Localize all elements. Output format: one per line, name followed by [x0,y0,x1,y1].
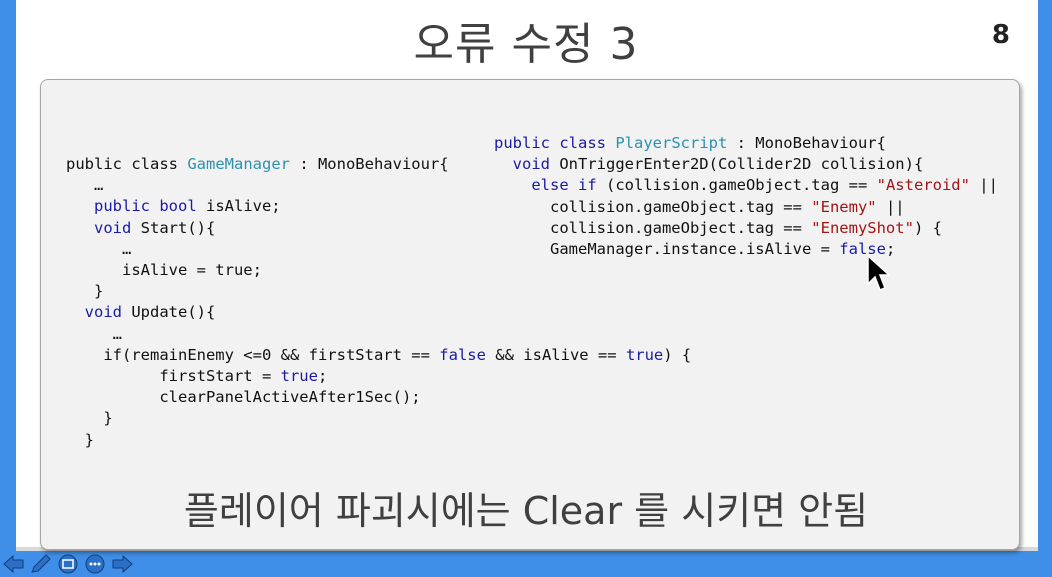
code-string: "Asteroid" [876,176,970,195]
arrow-left-icon[interactable] [2,553,26,575]
code-line: } [66,409,113,428]
code-text: ; [317,367,328,386]
pen-icon[interactable] [29,553,53,575]
code-text: collision.gameObject.tag == [494,197,812,216]
code-line: void Update(){ [66,303,216,322]
code-keyword: public bool [94,197,197,216]
code-class-name: GameManager [187,155,290,173]
code-line: clearPanelActiveAfter1Sec(); [66,388,421,407]
code-text: collision.gameObject.tag == [494,218,812,237]
code-text: : MonoBehaviour{ [289,155,449,173]
code-text: || [969,176,998,195]
bottom-toolbar [0,551,1052,577]
code-line: firstStart = true; [66,367,327,385]
code-keyword: public class [66,155,178,173]
code-text: || [876,197,905,216]
code-text: GameManager.instance.isAlive = [494,240,840,259]
code-keyword: true [625,345,664,364]
code-line: } [66,430,94,449]
page-number: 8 [991,20,1010,50]
code-line: GameManager.instance.isAlive = false; [494,240,895,258]
code-keyword: void [512,155,550,174]
slide-title: 오류 수정 3 [413,19,639,70]
code-line: else if (collision.gameObject.tag == "As… [494,176,998,194]
code-text: (collision.gameObject.tag == [596,176,877,195]
code-text: ) { [663,345,692,364]
code-line: } [66,282,104,301]
code-text: : MonoBehaviour{ [727,134,886,152]
code-text: isAlive; [196,197,281,216]
code-line: isAlive = true; [66,261,262,280]
code-text: if(remainEnemy <=0 && firstStart == [103,345,440,364]
code-keyword: true [280,367,318,386]
code-text: Start(){ [131,218,216,237]
code-keyword: public class [494,134,606,152]
more-icon[interactable] [83,553,107,575]
code-class-name: PlayerScript [615,134,728,152]
code-line: public class PlayerScript : MonoBehaviou… [494,134,886,152]
presentation-nav [2,553,134,575]
code-line: collision.gameObject.tag == "EnemyShot")… [494,219,942,237]
code-keyword: void [84,303,122,322]
code-text: ) { [913,218,942,237]
code-line: public class GameManager : MonoBehaviour… [66,155,449,173]
slide-caption: 플레이어 파괴시에는 Clear 를 시키면 안됨 [183,489,869,533]
code-keyword: false [439,345,486,364]
code-keyword: else if [531,176,597,195]
code-line: void Start(){ [66,219,215,237]
arrow-right-icon[interactable] [110,553,134,575]
code-line: … [66,239,132,258]
code-string: "Enemy" [811,197,877,216]
code-text: OnTriggerEnter2D(Collider2D collision){ [550,155,924,174]
code-line: collision.gameObject.tag == "Enemy" || [494,198,905,216]
code-line: if(remainEnemy <=0 && firstStart == fals… [66,346,691,364]
code-string: "EnemyShot" [811,218,914,237]
code-line: … [66,176,104,195]
code-line: … [66,324,122,343]
code-text: firstStart = [66,367,281,386]
code-text: && isAlive == [485,345,626,364]
code-text: Update(){ [122,303,216,322]
code-keyword: void [94,218,132,237]
code-line: void OnTriggerEnter2D(Collider2D collisi… [494,155,924,174]
code-line: public bool isAlive; [66,197,281,215]
code-block-playerscript: public class PlayerScript : MonoBehaviou… [494,133,998,260]
slides-icon[interactable] [56,553,80,575]
mouse-cursor-icon [867,254,890,291]
